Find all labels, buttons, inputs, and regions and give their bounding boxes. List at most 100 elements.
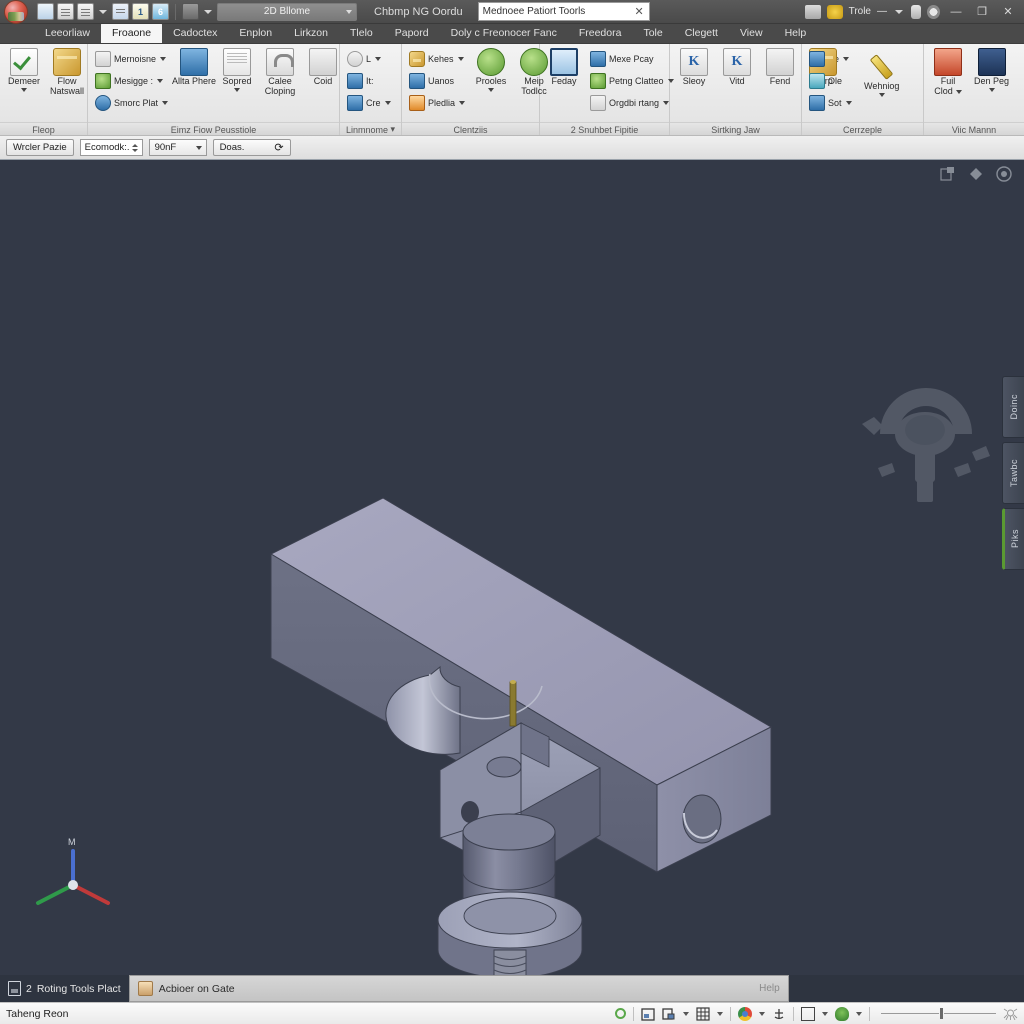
chevron-down-icon[interactable] <box>162 101 169 105</box>
ribbon-tab-12[interactable]: Help <box>774 23 818 43</box>
side-tab-doinc[interactable]: Doinc <box>1002 376 1024 438</box>
pledlia-button[interactable]: Pledlia <box>406 93 468 113</box>
ribbon-tab-11[interactable]: View <box>729 23 774 43</box>
new-document-icon[interactable] <box>37 3 54 20</box>
help-link[interactable]: Help <box>759 983 780 994</box>
kehes-button[interactable]: Kehes <box>406 49 468 69</box>
sleoy-button[interactable]: Sleoy <box>674 47 714 87</box>
l-button[interactable]: L <box>344 49 394 69</box>
workspace-dropdown-icon[interactable] <box>204 9 212 14</box>
chevron-down-icon[interactable] <box>843 57 850 61</box>
ribbon-tab-10[interactable]: Clegett <box>674 23 729 43</box>
feday-button[interactable]: Feday <box>544 47 584 87</box>
record-ring-icon[interactable] <box>615 1008 626 1019</box>
chevron-down-icon[interactable] <box>663 101 670 105</box>
ribbon-tab-3[interactable]: Enplon <box>228 23 283 43</box>
ribbon-tab-4[interactable]: Lirkzon <box>283 23 339 43</box>
coid-button[interactable]: Coid <box>303 47 343 87</box>
chrome-icon[interactable] <box>738 1006 752 1021</box>
fend-button[interactable]: Fend <box>760 47 800 87</box>
ribbon-tab-0[interactable]: Leeorliaw <box>34 23 101 43</box>
wrcler-pazie-button[interactable]: Wrcler Pazie <box>6 139 74 156</box>
square-dropdown-icon[interactable] <box>822 1011 828 1016</box>
mernoisne-button[interactable]: Mernoisne <box>92 49 171 69</box>
chevron-down-icon[interactable] <box>459 101 466 105</box>
ribbon-tab-6[interactable]: Papord <box>384 23 440 43</box>
undo-history-icon[interactable]: 6 <box>152 3 169 20</box>
ribbon-tab-8[interactable]: Freedora <box>568 23 633 43</box>
demeer-button[interactable]: Demeer <box>4 47 44 93</box>
chevron-down-icon[interactable] <box>21 88 27 93</box>
chevron-down-icon[interactable] <box>988 88 995 93</box>
qat-dropdown-icon[interactable] <box>99 9 107 14</box>
settings-gear-icon[interactable] <box>927 4 940 19</box>
grid-icon[interactable] <box>696 1006 710 1021</box>
sot-button[interactable]: Sot <box>806 93 858 113</box>
chevron-down-icon[interactable] <box>375 57 382 61</box>
square-icon[interactable] <box>801 1006 815 1021</box>
doas-button[interactable]: Doas. ⟳ <box>212 139 291 156</box>
orgdbi-rtang-button[interactable]: Orgdbi rtang <box>587 93 677 113</box>
vitd-button[interactable]: Vitd <box>717 47 757 87</box>
command-tab[interactable]: Acbioer on Gate Help <box>128 975 789 1002</box>
prooles-button[interactable]: Prooles <box>471 47 511 93</box>
application-menu-button[interactable] <box>4 0 28 24</box>
chevron-down-icon[interactable] <box>384 101 391 105</box>
anchor-icon[interactable] <box>772 1007 786 1021</box>
cre-button[interactable]: Cre <box>344 93 394 113</box>
spinner-icon[interactable] <box>131 143 138 152</box>
cad-model-drawing[interactable] <box>0 160 1024 975</box>
refresh-icon[interactable]: ⟳ <box>274 141 283 154</box>
print-document-icon[interactable] <box>112 3 129 20</box>
trole-minimize[interactable]: — <box>877 6 887 17</box>
side-tab-tawbc[interactable]: Tawbc <box>1002 442 1024 504</box>
zoom-slider[interactable] <box>881 1008 996 1019</box>
search-input[interactable]: Mednoee Patiort Toorls ✕ <box>477 2 650 21</box>
workspace-switch-icon[interactable] <box>182 3 199 20</box>
clear-search-icon[interactable]: ✕ <box>634 5 643 18</box>
flow-natswall-button[interactable]: Flow Natswall <box>47 47 87 98</box>
trole-dropdown-icon[interactable] <box>895 9 903 14</box>
side-tab-piks[interactable]: Piks <box>1002 508 1024 570</box>
angle-select[interactable]: 90nF <box>148 139 207 156</box>
ribbon-tab-5[interactable]: Tlelo <box>339 23 384 43</box>
smorc-plat-button[interactable]: Smorc Plat <box>92 93 171 113</box>
chevron-down-icon[interactable] <box>845 101 852 105</box>
chrome-dropdown-icon[interactable] <box>759 1011 765 1016</box>
calee-cloping-button[interactable]: Calee Cloping <box>260 47 300 98</box>
layer-icon[interactable] <box>662 1007 676 1021</box>
person-icon[interactable] <box>911 4 921 19</box>
spider-icon[interactable] <box>1003 1008 1018 1020</box>
chevron-down-icon[interactable] <box>488 88 494 93</box>
save-as-document-icon[interactable] <box>77 3 94 20</box>
ribbon-tab-9[interactable]: Tole <box>632 23 673 43</box>
grid-dropdown-icon[interactable] <box>717 1011 723 1016</box>
sopred-button[interactable]: Sopred <box>217 47 257 93</box>
chevron-down-icon[interactable] <box>160 57 167 61</box>
ribbon-tab-7[interactable]: Doly c Freonocer Fanc <box>440 23 568 43</box>
chevron-down-icon[interactable] <box>457 57 464 61</box>
mesigge-button[interactable]: Mesigge : <box>92 71 171 91</box>
mexe-pcay-button[interactable]: Mexe Pcay <box>587 49 677 69</box>
number-tool-icon[interactable]: 1 <box>132 3 149 20</box>
alert-star-icon[interactable] <box>826 4 843 19</box>
ecomodk-input[interactable]: Ecomodk:. <box>79 139 143 156</box>
petng-clatteo-button[interactable]: Petng Clatteo <box>587 71 677 91</box>
window-restore-button[interactable]: ❐ <box>972 5 992 18</box>
tree-dropdown-icon[interactable] <box>856 1011 862 1016</box>
model-viewport[interactable]: Doinc Tawbc Piks M <box>0 160 1024 975</box>
wehniog-button[interactable]: Wehniog <box>861 47 902 98</box>
it-button[interactable]: It: <box>344 71 394 91</box>
chevron-down-icon[interactable] <box>234 88 241 93</box>
ribbon-tab-1[interactable]: Froaone <box>100 23 163 43</box>
chevron-down-icon[interactable] <box>955 90 962 95</box>
zoom-slider-handle[interactable] <box>940 1008 943 1019</box>
den-peg-button[interactable]: Den Peg <box>971 47 1012 93</box>
chevron-down-icon[interactable] <box>157 79 164 83</box>
model-browser-panel[interactable]: 2 Roting Tools Plact <box>0 975 129 1002</box>
frame-icon[interactable] <box>641 1007 655 1021</box>
fuil-clod-button[interactable]: Fuil Clod <box>928 47 968 98</box>
workspace-selector[interactable]: 2D Bllome <box>217 2 357 21</box>
save-document-icon[interactable] <box>57 3 74 20</box>
signin-icon[interactable] <box>804 4 821 19</box>
